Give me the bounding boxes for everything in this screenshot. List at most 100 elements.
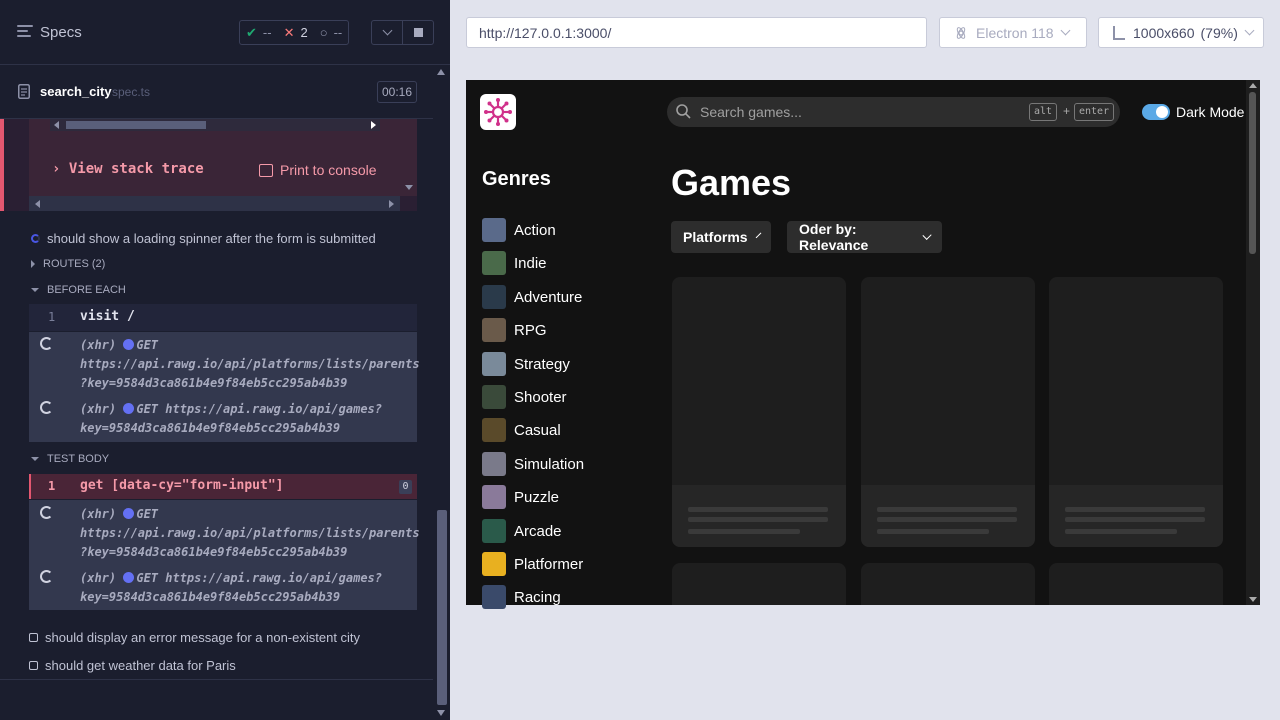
xhr-entry-platforms[interactable]: (xhr) GET https://api.rawg.io/api/platfo… [80, 336, 420, 393]
divider [0, 679, 433, 680]
error-vertical-scrollbar[interactable] [401, 119, 417, 196]
test-body-section[interactable]: TEST BODY [31, 453, 109, 465]
genre-item-adventure[interactable]: Adventure [482, 285, 582, 309]
specs-title[interactable]: Specs [40, 24, 82, 41]
print-to-console-button[interactable]: Print to console [259, 162, 377, 178]
genre-item-action[interactable]: Action [482, 218, 556, 242]
chevron-down-icon [31, 288, 39, 292]
before-each-section[interactable]: BEFORE EACH [31, 284, 126, 296]
viewport-selector[interactable]: 1000x660 (79%) [1098, 17, 1264, 48]
pending-checkbox-icon [29, 633, 38, 642]
test-item-pending[interactable]: should display an error message for a no… [29, 630, 360, 645]
dark-mode-toggle[interactable] [1142, 104, 1170, 120]
game-card-skeleton [861, 277, 1035, 547]
genre-thumbnail [482, 318, 506, 342]
xhr-url: https://api.rawg.io/api/platforms/lists/… [80, 357, 420, 371]
genre-thumbnail [482, 485, 506, 509]
genre-label: Adventure [514, 288, 583, 306]
platforms-dropdown[interactable]: Platforms [671, 221, 771, 253]
xhr-spinner-icon [40, 570, 53, 583]
kbd-alt: alt [1029, 103, 1058, 121]
genre-label: Platformer [514, 555, 584, 573]
genre-item-simulation[interactable]: Simulation [482, 452, 584, 476]
chevron-down-icon [1060, 25, 1071, 36]
chevron-down-icon [922, 230, 932, 240]
pending-dot-icon [123, 339, 135, 350]
pending-dot-icon [123, 403, 135, 414]
xhr-url-query: key=9584d3ca861b4e9f84eb5cc295ab4b39 [80, 590, 341, 604]
genre-item-racing[interactable]: Racing [482, 585, 561, 609]
xhr-entry-games[interactable]: (xhr) GET https://api.rawg.io/api/games?… [80, 569, 382, 607]
spec-file-name[interactable]: search_city [40, 84, 112, 99]
passed-check-icon: ✔ [246, 24, 257, 40]
chevron-down-icon [31, 457, 39, 461]
command-visit[interactable]: visit / [80, 309, 135, 324]
genre-thumbnail [482, 218, 506, 242]
chevron-down-icon [1244, 25, 1255, 36]
xhr-spinner-icon [40, 506, 53, 519]
genre-thumbnail [482, 552, 506, 576]
xhr-entry-games[interactable]: (xhr) GET https://api.rawg.io/api/games?… [80, 400, 382, 438]
pending-dot-icon [123, 508, 135, 519]
game-card-skeleton [672, 563, 846, 605]
genre-item-indie[interactable]: Indie [482, 251, 547, 275]
test-item-current[interactable]: should show a loading spinner after the … [31, 231, 376, 246]
xhr-type: (xhr) [80, 571, 117, 585]
error-bottom-scrollbar[interactable] [29, 196, 400, 211]
xhr-type: (xhr) [80, 402, 117, 416]
genre-item-strategy[interactable]: Strategy [482, 352, 570, 376]
pending-circle-icon: ○ [319, 25, 328, 40]
order-by-dropdown[interactable]: Oder by: Relevance [787, 221, 942, 253]
xhr-url: https://api.rawg.io/api/platforms/lists/… [80, 526, 420, 540]
viewport-size: 1000x660 [1133, 24, 1195, 41]
routes-section[interactable]: ROUTES (2) [31, 258, 105, 270]
genre-thumbnail [482, 418, 506, 442]
genre-item-puzzle[interactable]: Puzzle [482, 485, 559, 509]
genre-item-rpg[interactable]: RPG [482, 318, 547, 342]
before-each-label: BEFORE EACH [47, 284, 126, 296]
xhr-method: GET [136, 507, 159, 521]
genre-item-casual[interactable]: Casual [482, 418, 561, 442]
genre-thumbnail [482, 585, 506, 609]
view-stack-trace-link[interactable]: › View stack trace [52, 161, 204, 177]
genre-item-arcade[interactable]: Arcade [482, 519, 562, 543]
chevron-down-icon [755, 232, 762, 238]
routes-label: ROUTES (2) [43, 258, 106, 270]
pending-dot-icon [123, 572, 135, 583]
app-logo[interactable] [480, 94, 516, 130]
pending-checkbox-icon [29, 661, 38, 670]
error-horizontal-scrollbar[interactable] [50, 119, 380, 131]
genre-label: Arcade [514, 522, 562, 540]
xhr-type: (xhr) [80, 507, 117, 521]
electron-icon [956, 26, 966, 39]
xhr-url-query: ?key=9584d3ca861b4e9f84eb5cc295ab4b39 [80, 545, 348, 559]
stop-button[interactable] [402, 20, 434, 45]
xhr-entry-platforms[interactable]: (xhr) GET https://api.rawg.io/api/platfo… [80, 505, 420, 562]
xhr-method-url: GET https://api.rawg.io/api/games? [136, 402, 382, 416]
genre-label: Shooter [514, 388, 567, 406]
reporter-scrollbar-thumb[interactable] [437, 510, 447, 705]
xhr-url-query: key=9584d3ca861b4e9f84eb5cc295ab4b39 [80, 421, 341, 435]
failed-count: 2 [300, 25, 308, 40]
pending-count: -- [333, 25, 343, 40]
genre-item-shooter[interactable]: Shooter [482, 385, 567, 409]
search-icon [676, 104, 691, 119]
browser-selector[interactable]: Electron 118 [939, 17, 1087, 48]
stop-icon [413, 28, 423, 37]
genre-item-platformer[interactable]: Platformer [482, 552, 583, 576]
print-label: Print to console [280, 162, 377, 178]
toggle-auto-scroll-button[interactable] [371, 20, 403, 45]
test-body-label: TEST BODY [47, 453, 110, 465]
test-item-pending[interactable]: should get weather data for Paris [29, 658, 236, 673]
test-title-pending: should get weather data for Paris [45, 658, 236, 673]
app-scrollbar[interactable] [1246, 80, 1260, 605]
command-get[interactable]: get [data-cy="form-input"] [80, 478, 284, 493]
platforms-label: Platforms [683, 229, 748, 245]
specs-menu-icon[interactable] [17, 25, 33, 40]
xhr-method-url: GET https://api.rawg.io/api/games? [136, 571, 382, 585]
genre-label: Indie [514, 254, 547, 272]
test-title-current: should show a loading spinner after the … [47, 231, 376, 246]
logo-icon [484, 98, 512, 126]
url-bar[interactable]: http://127.0.0.1:3000/ [466, 17, 927, 48]
xhr-method: GET [136, 338, 159, 352]
